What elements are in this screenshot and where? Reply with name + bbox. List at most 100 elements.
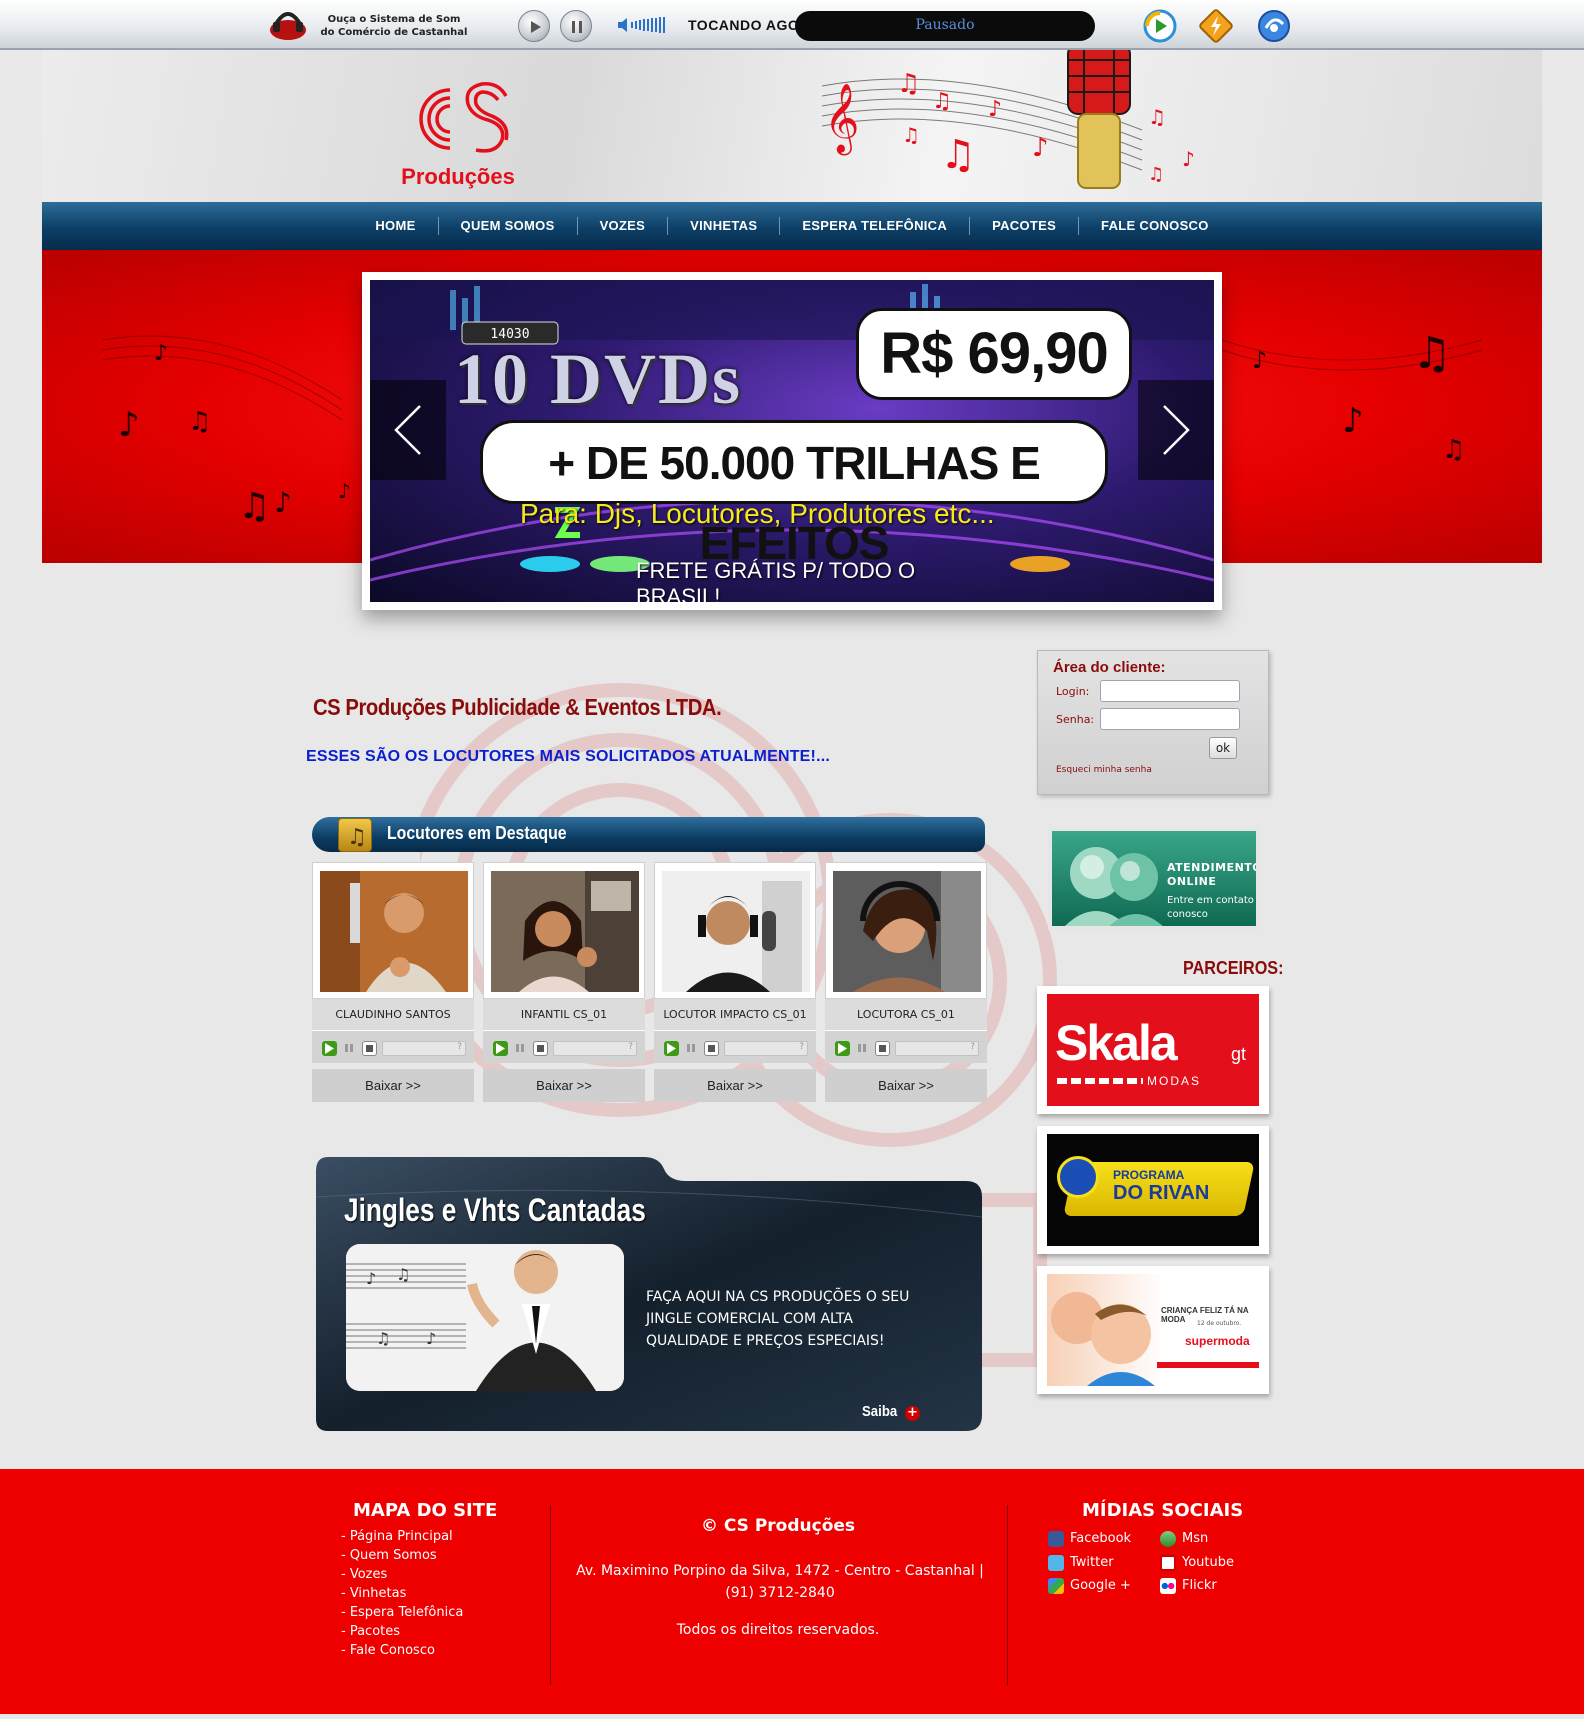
google-plus-label: Google + [1070, 1578, 1131, 1593]
child-photo [1051, 1292, 1155, 1386]
svg-text:♪: ♪ [1032, 133, 1049, 163]
play-button[interactable] [664, 1041, 679, 1056]
locutor-photo-frame [312, 862, 474, 999]
sitemap-link-pacotes[interactable]: - Pacotes [341, 1622, 463, 1641]
winamp-icon[interactable] [1198, 8, 1234, 44]
nav-item-fale-conosco[interactable]: FALE CONOSCO [1078, 217, 1231, 235]
nav-item-pacotes[interactable]: PACOTES [969, 217, 1078, 235]
pause-button[interactable] [560, 10, 592, 42]
slider-next-button[interactable] [1138, 380, 1214, 480]
svg-text:♪: ♪ [366, 1269, 376, 1288]
sitemap-link-pagina-principal[interactable]: - Página Principal [341, 1527, 463, 1546]
msn-label: Msn [1182, 1531, 1209, 1546]
locutor-photo[interactable] [662, 871, 810, 992]
skala-logo-text: Skala [1055, 1015, 1178, 1071]
audio-progress-bar[interactable]: ? [895, 1041, 979, 1056]
pause-icon[interactable] [515, 1043, 525, 1053]
sitemap-link-vozes[interactable]: - Vozes [341, 1565, 463, 1584]
stop-button[interactable] [362, 1041, 377, 1056]
partner-programa-do-rivan[interactable]: PROGRAMA DO RIVAN [1037, 1126, 1269, 1254]
plus-icon[interactable]: + [905, 1406, 920, 1421]
locutor-name: LOCUTORA CS_01 [825, 999, 987, 1031]
main-navigation: HOME QUEM SOMOS VOZES VINHETAS ESPERA TE… [42, 202, 1542, 250]
radio-promo-text: Ouça o Sistema de Som do Comércio de Cas… [314, 13, 474, 39]
download-button[interactable]: Baixar >> [312, 1069, 474, 1102]
password-label: Senha: [1056, 713, 1095, 726]
music-note-icon: ♫ [338, 818, 372, 852]
nav-item-home[interactable]: HOME [353, 217, 437, 235]
nav-item-espera-telefonica[interactable]: ESPERA TELEFÔNICA [779, 217, 969, 235]
sitemap-link-quem-somos[interactable]: - Quem Somos [341, 1546, 463, 1565]
play-button[interactable] [493, 1041, 508, 1056]
sitemap-link-espera-telefonica[interactable]: - Espera Telefônica [341, 1603, 463, 1622]
locutor-card: INFANTIL CS_01 ? Baixar >> [483, 862, 645, 1102]
svg-text:♫: ♫ [940, 132, 976, 178]
download-button[interactable]: Baixar >> [654, 1069, 816, 1102]
online-support-banner[interactable]: ATENDIMENTO ONLINE Entre em contato cono… [1048, 827, 1260, 930]
play-icon [838, 1043, 847, 1054]
forgot-password-link[interactable]: Esqueci minha senha [1056, 765, 1152, 775]
audio-progress-bar[interactable]: ? [553, 1041, 637, 1056]
stop-button[interactable] [704, 1041, 719, 1056]
radio-player-bar: Ouça o Sistema de Som do Comércio de Cas… [0, 0, 1584, 50]
youtube-icon [1160, 1555, 1176, 1571]
pause-icon[interactable] [686, 1043, 696, 1053]
nav-item-vinhetas[interactable]: VINHETAS [667, 217, 779, 235]
locutor-photo[interactable] [491, 871, 639, 992]
svg-text:♫: ♫ [1412, 328, 1451, 379]
audio-progress-bar[interactable]: ? [382, 1041, 466, 1056]
play-button[interactable] [835, 1041, 850, 1056]
msn-icon [1160, 1531, 1176, 1547]
media-player-icon[interactable] [1142, 8, 1178, 44]
banner-dvds-text: 10 DVDs [454, 339, 743, 419]
social-media-title: MÍDIAS SOCIAIS [1082, 1500, 1244, 1521]
sitemap-link-vinhetas[interactable]: - Vinhetas [341, 1584, 463, 1603]
locutor-card: LOCUTOR IMPACTO CS_01 ? Baixar >> [654, 862, 816, 1102]
logo-text: Produções [401, 164, 515, 189]
footer-divider [1007, 1505, 1008, 1685]
svg-text:♫: ♫ [396, 1265, 410, 1284]
slider-prev-button[interactable] [370, 380, 446, 480]
locutor-photo[interactable] [833, 871, 981, 992]
play-button[interactable] [518, 10, 550, 42]
nav-item-quem-somos[interactable]: QUEM SOMOS [437, 217, 577, 235]
client-area-title: Área do cliente: [1053, 659, 1166, 676]
locutor-photo-frame [654, 862, 816, 999]
partner-supermoda[interactable]: CRIANÇA FELIZ TÁ NA MODA 12 de outubro. … [1037, 1266, 1269, 1394]
stop-button[interactable] [533, 1041, 548, 1056]
chevron-right-icon [1163, 405, 1190, 455]
sitemap-link-fale-conosco[interactable]: - Fale Conosco [341, 1641, 463, 1660]
saiba-mais-button[interactable]: Saiba [862, 1403, 897, 1420]
locutor-card: CLAUDINHO SANTOS ? Baixar >> [312, 862, 474, 1102]
volume-slider[interactable] [617, 15, 669, 35]
help-icon: ? [799, 1042, 804, 1052]
promo-banner-slide[interactable]: 14030 10 DVDs R$ 69,90 + DE 50.000 TRILH… [370, 280, 1214, 602]
svg-text:𝄞: 𝄞 [824, 83, 859, 155]
stop-button[interactable] [875, 1041, 890, 1056]
svg-text:♪: ♪ [988, 97, 1002, 122]
locutor-photo[interactable] [320, 871, 468, 992]
pause-icon[interactable] [857, 1043, 867, 1053]
audio-player: ? [825, 1031, 987, 1063]
pause-icon[interactable] [344, 1043, 354, 1053]
password-input[interactable] [1100, 708, 1240, 730]
support-subtitle: Entre em contato conosco [1167, 895, 1254, 920]
audio-progress-bar[interactable]: ? [724, 1041, 808, 1056]
radio-promo-line1: Ouça o Sistema de Som [327, 14, 461, 25]
jingles-description: FAÇA AQUI NA CS PRODUÇÕES O SEU JINGLE C… [646, 1289, 910, 1349]
locutor-name: CLAUDINHO SANTOS [312, 999, 474, 1031]
nav-item-vozes[interactable]: VOZES [576, 217, 668, 235]
sitemap-title: MAPA DO SITE [353, 1500, 498, 1521]
download-button[interactable]: Baixar >> [483, 1069, 645, 1102]
realplayer-icon[interactable] [1256, 8, 1292, 44]
svg-text:♪: ♪ [154, 341, 168, 366]
stop-icon [708, 1045, 715, 1052]
download-button[interactable]: Baixar >> [825, 1069, 987, 1102]
cs-producoes-logo[interactable]: Produções [398, 62, 518, 192]
play-button[interactable] [322, 1041, 337, 1056]
partner-skala-modas[interactable]: Skala gt MODAS [1037, 986, 1269, 1114]
svg-text:♫: ♫ [188, 407, 211, 437]
rivan-r-badge [1057, 1156, 1099, 1198]
login-input[interactable] [1100, 680, 1240, 702]
login-ok-button[interactable]: ok [1209, 737, 1237, 759]
